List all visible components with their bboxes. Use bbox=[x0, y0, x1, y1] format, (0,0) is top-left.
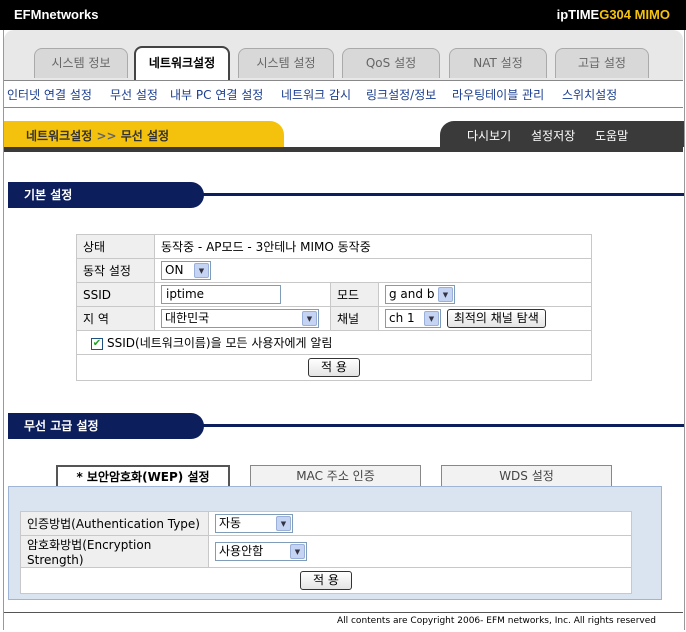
advanced-settings-header: 무선 고급 설정 bbox=[8, 413, 204, 439]
channel-select[interactable]: ch 1 ▼ bbox=[385, 309, 441, 328]
region-value: 대한민국 bbox=[165, 311, 210, 325]
content-divider bbox=[4, 147, 683, 152]
tab-system-info[interactable]: 시스템 정보 bbox=[34, 48, 128, 78]
basic-apply-button[interactable]: 적 용 bbox=[308, 358, 360, 377]
model-suffix: G304 MIMO bbox=[599, 7, 670, 22]
breadcrumb-section: 네트워크설정 bbox=[26, 129, 93, 143]
breadcrumb-page: 무선 설정 bbox=[120, 129, 170, 143]
tab-wds[interactable]: WDS 설정 bbox=[441, 465, 612, 487]
subnav-switch[interactable]: 스위치설정 bbox=[562, 86, 617, 103]
tab-wep-security[interactable]: * 보안암호화(WEP) 설정 bbox=[56, 465, 230, 487]
encryption-value: 사용안함 bbox=[219, 544, 264, 558]
ssid-broadcast-label: SSID(네트워크이름)을 모든 사용자에게 알림 bbox=[107, 336, 333, 350]
basic-settings-table: 상태 동작중 - AP모드 - 3안테나 MIMO 동작중 동작 설정 ON ▼ … bbox=[76, 234, 592, 381]
operation-select[interactable]: ON ▼ bbox=[161, 261, 211, 280]
model-name: ipTIMEG304 MIMO bbox=[557, 7, 670, 22]
section-divider bbox=[200, 193, 684, 196]
save-settings-button[interactable]: 설정저장 bbox=[531, 127, 575, 144]
chevron-down-icon: ▼ bbox=[276, 516, 291, 531]
chevron-down-icon: ▼ bbox=[438, 287, 453, 302]
security-settings-table: 인증방법(Authentication Type) 자동 ▼ 암호화방법(Encr… bbox=[20, 511, 632, 594]
security-apply-button[interactable]: 적 용 bbox=[300, 571, 352, 590]
encryption-select[interactable]: 사용안함 ▼ bbox=[215, 542, 307, 561]
region-select[interactable]: 대한민국 ▼ bbox=[161, 309, 319, 328]
mode-value: g and b bbox=[389, 287, 435, 301]
tab-system-settings[interactable]: 시스템 설정 bbox=[238, 48, 334, 78]
footer-divider bbox=[4, 612, 683, 613]
auth-type-select[interactable]: 자동 ▼ bbox=[215, 514, 293, 533]
basic-settings-header: 기본 설정 bbox=[8, 182, 204, 208]
subnav-internet[interactable]: 인터넷 연결 설정 bbox=[7, 86, 92, 103]
subnav-routing-table[interactable]: 라우팅테이블 관리 bbox=[452, 86, 544, 103]
channel-value: ch 1 bbox=[389, 311, 415, 325]
tab-network-settings[interactable]: 네트워크설정 bbox=[134, 46, 230, 80]
mode-label: 모드 bbox=[330, 282, 379, 307]
auth-type-label: 인증방법(Authentication Type) bbox=[20, 511, 209, 536]
mode-select[interactable]: g and b ▼ bbox=[385, 285, 455, 304]
brand-logo: EFMnetworks bbox=[14, 7, 99, 22]
encryption-label: 암호화방법(Encryption Strength) bbox=[20, 535, 209, 568]
channel-label: 채널 bbox=[330, 306, 379, 331]
copyright-text: All contents are Copyright 2006- EFM net… bbox=[336, 616, 656, 626]
subnav-internal-pc[interactable]: 내부 PC 연결 설정 bbox=[170, 86, 263, 103]
status-label: 상태 bbox=[76, 234, 155, 259]
region-label: 지 역 bbox=[76, 306, 155, 331]
status-value: 동작중 - AP모드 - 3안테나 MIMO 동작중 bbox=[154, 234, 592, 259]
subnav-network-monitor[interactable]: 네트워크 감시 bbox=[281, 86, 351, 103]
chevron-down-icon: ▼ bbox=[194, 263, 209, 278]
ssid-input[interactable]: iptime bbox=[161, 285, 281, 304]
ssid-label: SSID bbox=[76, 282, 155, 307]
subnav-link-info[interactable]: 링크설정/정보 bbox=[366, 86, 436, 103]
subnav-wireless[interactable]: 무선 설정 bbox=[110, 86, 158, 103]
checkmark-icon: ✔ bbox=[92, 337, 102, 349]
tab-advanced-settings[interactable]: 고급 설정 bbox=[555, 48, 649, 78]
tab-mac-auth[interactable]: MAC 주소 인증 bbox=[250, 465, 421, 487]
breadcrumb-separator: >> bbox=[96, 129, 117, 143]
tab-qos-settings[interactable]: QoS 설정 bbox=[342, 48, 440, 78]
chevron-down-icon: ▼ bbox=[290, 544, 305, 559]
section-divider bbox=[200, 424, 684, 427]
chevron-down-icon: ▼ bbox=[424, 311, 439, 326]
breadcrumb: 네트워크설정 >> 무선 설정 bbox=[26, 127, 169, 144]
auth-type-value: 자동 bbox=[219, 516, 242, 530]
model-prefix: ipTIME bbox=[556, 7, 600, 22]
chevron-down-icon: ▼ bbox=[302, 311, 317, 326]
help-button[interactable]: 도움말 bbox=[595, 127, 628, 144]
operation-label: 동작 설정 bbox=[76, 258, 155, 283]
reload-button[interactable]: 다시보기 bbox=[467, 127, 511, 144]
tab-nat-settings[interactable]: NAT 설정 bbox=[449, 48, 547, 78]
operation-value: ON bbox=[165, 263, 184, 277]
ssid-broadcast-checkbox[interactable]: ✔ bbox=[91, 337, 103, 350]
channel-search-button[interactable]: 최적의 채널 탐색 bbox=[446, 309, 546, 328]
